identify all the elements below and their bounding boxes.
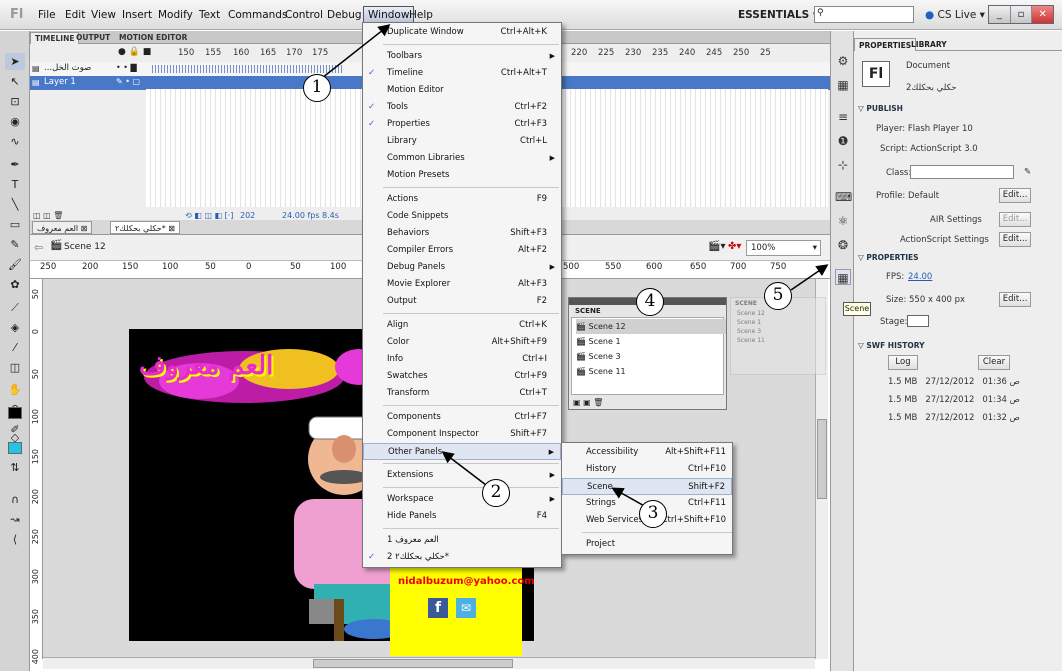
- annotation-arrows: [321, 24, 829, 509]
- callout-5: 5: [764, 282, 792, 310]
- callout-2: 2: [482, 479, 510, 507]
- callout-4: 4: [636, 288, 664, 316]
- callout-3: 3: [639, 500, 667, 528]
- callout-1: 1: [303, 74, 331, 102]
